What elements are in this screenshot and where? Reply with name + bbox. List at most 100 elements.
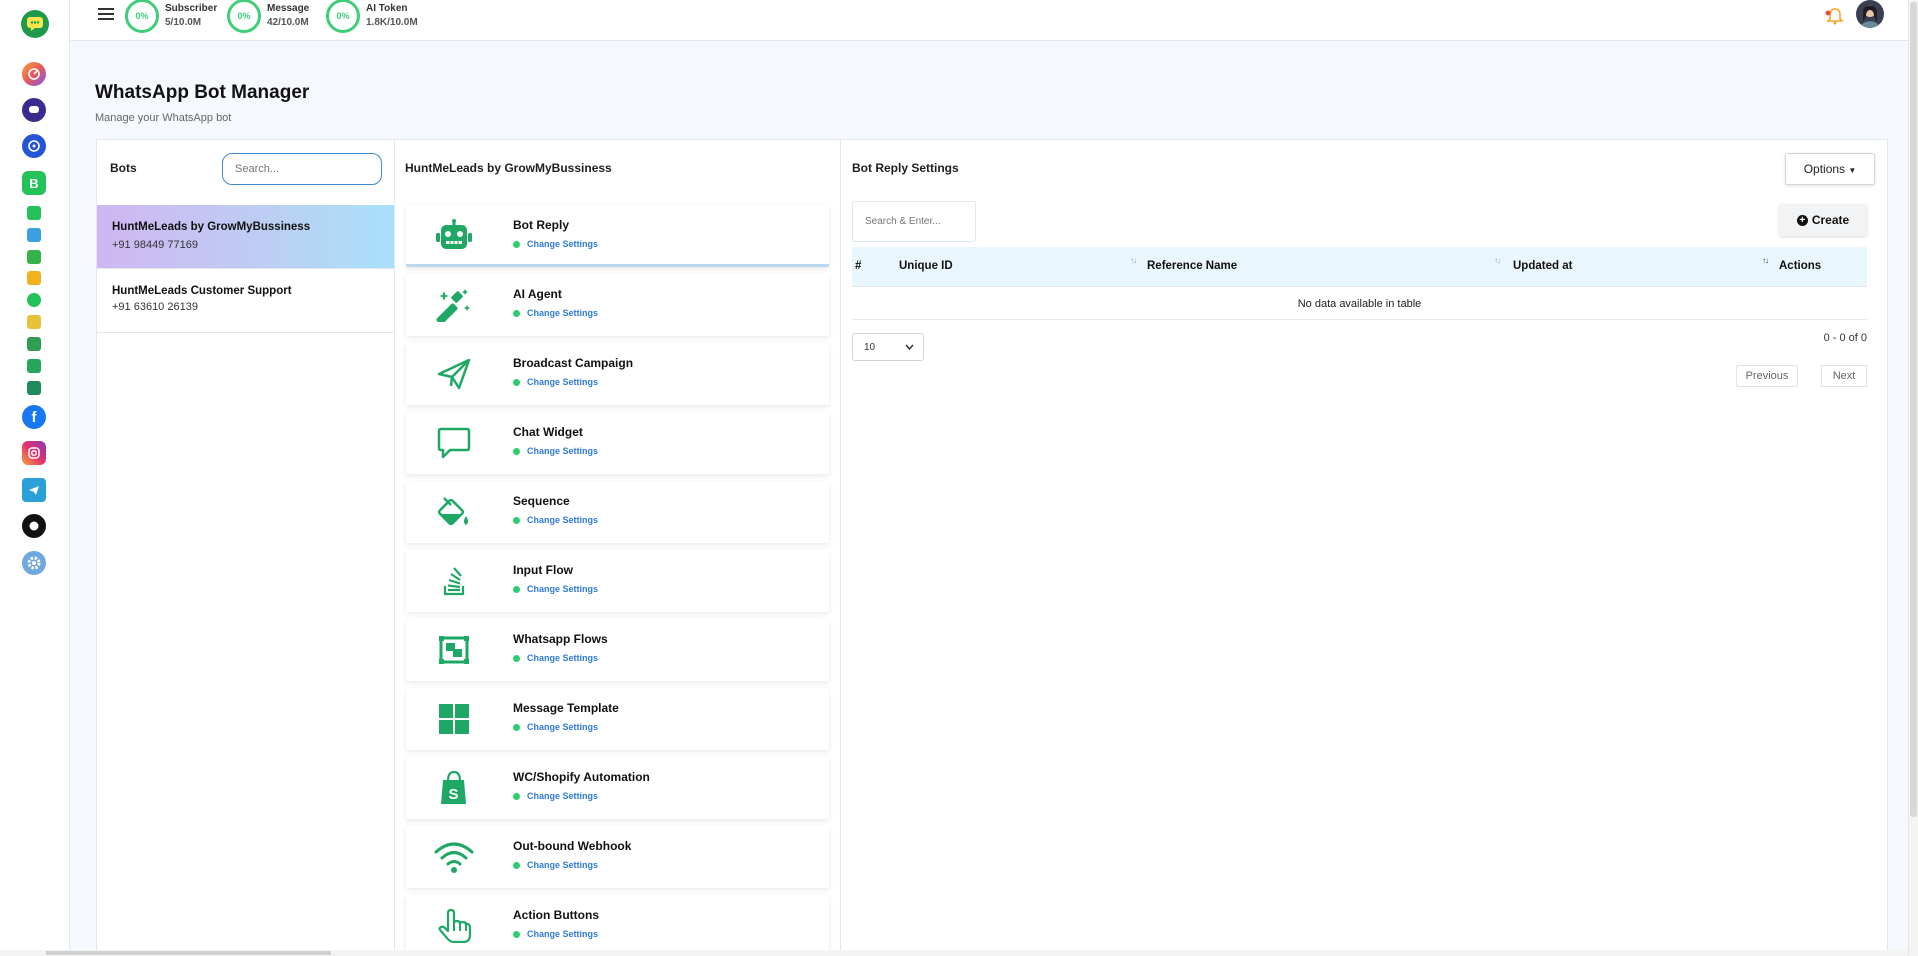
feature-card-message-template[interactable]: Message Template Change Settings bbox=[406, 688, 829, 750]
change-settings-link[interactable]: Change Settings bbox=[513, 584, 598, 594]
robot-small-icon[interactable] bbox=[27, 228, 41, 242]
feature-name: Bot Reply bbox=[513, 218, 570, 232]
change-settings-link[interactable]: Change Settings bbox=[513, 722, 598, 732]
horizontal-scrollbar[interactable] bbox=[0, 950, 1908, 956]
svg-text:S: S bbox=[448, 786, 458, 803]
telegram-icon[interactable] bbox=[22, 478, 46, 502]
feature-name: Chat Widget bbox=[513, 425, 583, 439]
change-settings-label: Change Settings bbox=[527, 239, 599, 249]
whatsapp-small-icon[interactable] bbox=[27, 206, 41, 220]
bot-list-item[interactable]: HuntMeLeads by GrowMyBussiness +91 98449… bbox=[97, 205, 394, 269]
change-settings-link[interactable]: Change Settings bbox=[513, 377, 598, 387]
folder-icon[interactable] bbox=[27, 315, 41, 329]
column-header-updated-at[interactable]: Updated at bbox=[1513, 260, 1572, 272]
feature-name: Action Buttons bbox=[513, 908, 599, 922]
change-settings-link[interactable]: Change Settings bbox=[513, 929, 598, 939]
ai-token-stat: 0% AI Token 1.8K/10.0M bbox=[326, 0, 418, 33]
change-settings-label: Change Settings bbox=[527, 791, 599, 801]
column-header-index[interactable]: # bbox=[855, 260, 861, 272]
status-dot bbox=[513, 447, 520, 455]
status-dot bbox=[513, 516, 520, 524]
message-stat: 0% Message 42/10.0M bbox=[227, 0, 309, 33]
spreadsheet-icon[interactable] bbox=[27, 250, 41, 264]
instagram-icon[interactable] bbox=[22, 441, 46, 465]
document-icon[interactable] bbox=[27, 337, 41, 351]
features-panel: HuntMeLeads by GrowMyBussiness Bot Reply… bbox=[395, 140, 841, 956]
status-dot bbox=[513, 378, 520, 386]
change-settings-link[interactable]: Change Settings bbox=[513, 860, 598, 870]
change-settings-label: Change Settings bbox=[527, 584, 599, 594]
feature-name: Whatsapp Flows bbox=[513, 632, 608, 646]
message-progress-ring: 0% bbox=[227, 0, 261, 33]
change-settings-link[interactable]: Change Settings bbox=[513, 308, 598, 318]
whatsapp-business-icon[interactable]: B bbox=[22, 171, 46, 195]
sort-icon[interactable]: ↑↓ bbox=[1494, 256, 1501, 265]
chart-icon[interactable] bbox=[27, 381, 41, 395]
leaf-icon[interactable] bbox=[27, 271, 41, 285]
shop-bag-icon[interactable] bbox=[27, 359, 41, 373]
change-settings-link[interactable]: Change Settings bbox=[513, 791, 598, 801]
feature-name: WC/Shopify Automation bbox=[513, 770, 650, 784]
notification-bell-icon[interactable] bbox=[1824, 6, 1846, 26]
bot-manager-card: Bots HuntMeLeads by GrowMyBussiness +91 … bbox=[96, 139, 1888, 956]
change-settings-label: Change Settings bbox=[527, 377, 599, 387]
chat-bubble-icon bbox=[434, 426, 474, 460]
feature-card-input-flow[interactable]: Input Flow Change Settings bbox=[406, 550, 829, 612]
bots-search-input[interactable] bbox=[222, 153, 382, 185]
bot-list-item[interactable]: HuntMeLeads Customer Support +91 63610 2… bbox=[97, 270, 394, 333]
feature-card-bot-reply[interactable]: Bot Reply Change Settings bbox=[406, 205, 829, 267]
options-label: Options bbox=[1803, 162, 1846, 176]
shopify-bag-icon: S bbox=[434, 771, 474, 805]
column-header-reference-name[interactable]: Reference Name bbox=[1147, 260, 1237, 272]
page-size-select[interactable]: 10 bbox=[852, 333, 924, 361]
change-settings-label: Change Settings bbox=[527, 860, 599, 870]
status-dot bbox=[513, 792, 520, 800]
sort-icon[interactable]: ↑↓ bbox=[1130, 256, 1137, 265]
ai-token-label: AI Token bbox=[366, 3, 408, 14]
change-settings-link[interactable]: Change Settings bbox=[513, 446, 598, 456]
feature-card-action-buttons[interactable]: Action Buttons Change Settings bbox=[406, 895, 829, 956]
selected-bot-heading: HuntMeLeads by GrowMyBussiness bbox=[405, 161, 612, 175]
change-settings-link[interactable]: Change Settings bbox=[513, 239, 598, 249]
options-dropdown-button[interactable]: Options ▼ bbox=[1785, 153, 1875, 185]
create-label: Create bbox=[1811, 213, 1850, 227]
paper-plane-icon bbox=[434, 357, 474, 391]
stack-icon bbox=[434, 564, 474, 598]
change-settings-label: Change Settings bbox=[527, 515, 599, 525]
livechat-icon[interactable] bbox=[22, 98, 46, 122]
chat-logo-icon[interactable] bbox=[21, 10, 49, 38]
feature-card-ai-agent[interactable]: AI Agent Change Settings bbox=[406, 274, 829, 336]
hamburger-menu-icon[interactable] bbox=[98, 6, 114, 22]
previous-page-button[interactable]: Previous bbox=[1736, 365, 1798, 387]
change-settings-label: Change Settings bbox=[527, 653, 599, 663]
column-header-unique-id[interactable]: Unique ID bbox=[899, 260, 953, 272]
create-button[interactable]: + Create bbox=[1779, 204, 1867, 236]
feature-name: Out-bound Webhook bbox=[513, 839, 632, 853]
messenger-icon[interactable] bbox=[22, 514, 46, 538]
caret-down-icon: ▼ bbox=[1848, 166, 1857, 175]
dashboard-icon[interactable] bbox=[22, 62, 46, 86]
next-page-button[interactable]: Next bbox=[1821, 365, 1867, 387]
hand-pointer-icon bbox=[434, 909, 474, 943]
analytics-icon[interactable] bbox=[22, 134, 46, 158]
whatsapp-outline-icon[interactable] bbox=[27, 293, 41, 307]
feature-card-out-bound-webhook[interactable]: Out-bound Webhook Change Settings bbox=[406, 826, 829, 888]
scrollbar-thumb[interactable] bbox=[46, 951, 331, 955]
table-search-input[interactable] bbox=[852, 201, 976, 242]
sort-desc-icon[interactable]: ↑↓ bbox=[1762, 256, 1769, 265]
bot-name: HuntMeLeads by GrowMyBussiness bbox=[112, 221, 311, 233]
vertical-scrollbar[interactable] bbox=[1908, 0, 1918, 956]
ai-token-progress-ring: 0% bbox=[326, 0, 360, 33]
status-dot bbox=[513, 723, 520, 731]
facebook-icon[interactable]: f bbox=[22, 405, 46, 429]
change-settings-link[interactable]: Change Settings bbox=[513, 653, 598, 663]
scrollbar-thumb[interactable] bbox=[1910, 2, 1917, 817]
user-avatar[interactable] bbox=[1856, 0, 1884, 28]
feature-card-broadcast-campaign[interactable]: Broadcast Campaign Change Settings bbox=[406, 343, 829, 405]
settings-icon[interactable] bbox=[22, 551, 46, 575]
feature-card-whatsapp-flows[interactable]: Whatsapp Flows Change Settings bbox=[406, 619, 829, 681]
feature-card-chat-widget[interactable]: Chat Widget Change Settings bbox=[406, 412, 829, 474]
feature-card-wc-shopify-automation[interactable]: S WC/Shopify Automation Change Settings bbox=[406, 757, 829, 819]
feature-card-sequence[interactable]: Sequence Change Settings bbox=[406, 481, 829, 543]
change-settings-link[interactable]: Change Settings bbox=[513, 515, 598, 525]
